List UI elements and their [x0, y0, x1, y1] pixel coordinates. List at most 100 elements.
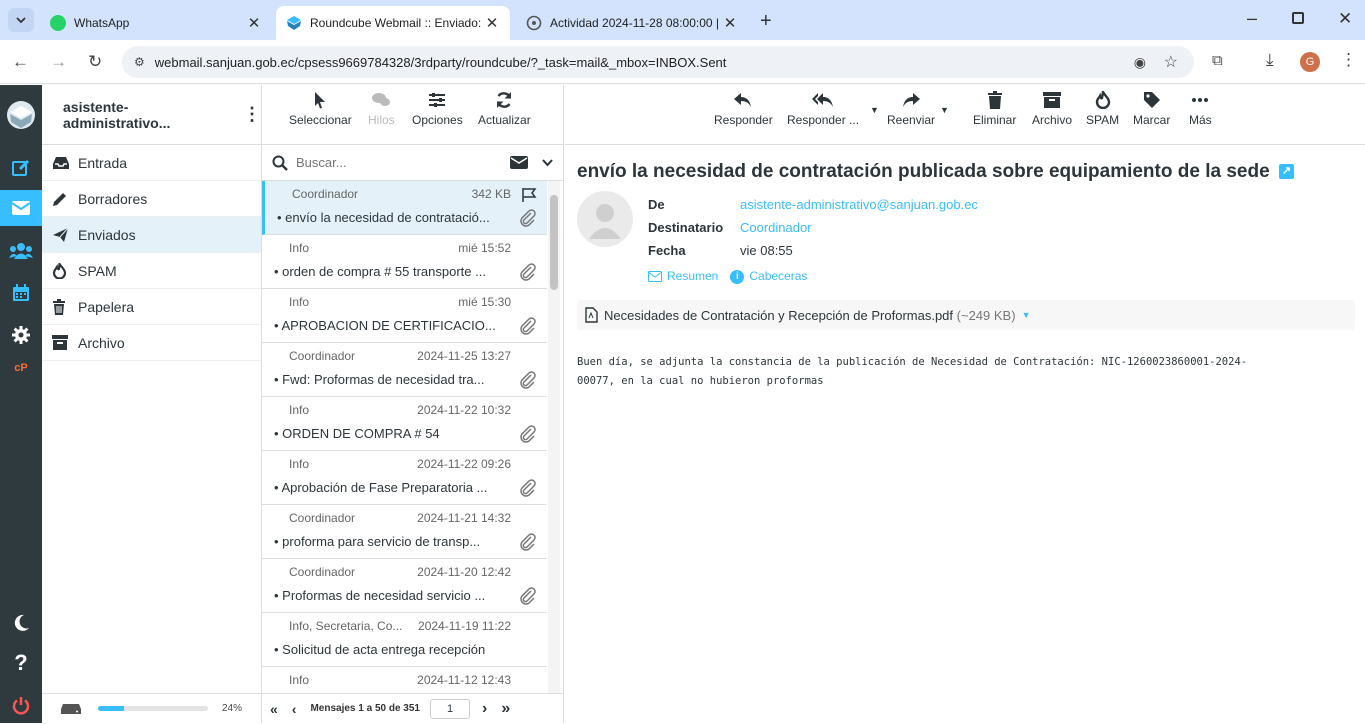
spam-button[interactable]: SPAM: [1086, 91, 1119, 127]
message-row[interactable]: Info 2024-11-12 12:43: [262, 667, 547, 693]
reply-all-button[interactable]: Responder ...: [787, 91, 859, 127]
mail-subject: envío la necesidad de contratación publi…: [577, 161, 1294, 183]
site-settings-icon[interactable]: ⚙: [134, 55, 145, 69]
folder-archivo[interactable]: Archivo: [42, 325, 261, 361]
tab-search-button[interactable]: [8, 8, 34, 32]
delete-label: Eliminar: [973, 113, 1017, 127]
message-from: Coordinador: [289, 565, 356, 579]
logo[interactable]: [0, 95, 42, 135]
folder-spam[interactable]: SPAM: [42, 253, 261, 289]
folder-papelera[interactable]: Papelera: [42, 289, 261, 325]
tab-roundcube[interactable]: Roundcube Webmail :: Enviado: ✕: [276, 6, 510, 40]
message-row[interactable]: Coordinador 342 KB • envío la necesidad …: [262, 181, 547, 235]
reply-button[interactable]: Responder: [714, 91, 773, 127]
message-row[interactable]: Info, Secretaria, Co... 2024-11-19 11:22…: [262, 613, 547, 667]
tab-actividad[interactable]: Actividad 2024-11-28 08:00:00 | ✕: [516, 6, 748, 40]
message-subject: • proforma para servicio de transp...: [274, 534, 481, 549]
tab-whatsapp[interactable]: WhatsApp ✕: [40, 6, 272, 40]
archive-button[interactable]: Archivo: [1032, 91, 1072, 127]
back-icon[interactable]: ←: [12, 52, 29, 72]
url-bar[interactable]: ⚙ webmail.sanjuan.gob.ec/cpsess966978432…: [122, 46, 1194, 78]
last-page-icon[interactable]: »: [501, 700, 510, 718]
chevron-down-icon[interactable]: [542, 159, 553, 167]
account-menu-icon[interactable]: ⋮: [243, 104, 261, 125]
paperclip-icon: [520, 209, 536, 227]
calendar-button[interactable]: [0, 275, 42, 311]
logout-button[interactable]: [0, 688, 42, 724]
folder-borradores[interactable]: Borradores: [42, 181, 261, 217]
eye-icon[interactable]: ◉: [1134, 54, 1146, 71]
extensions-icon[interactable]: ⧉: [1212, 52, 1223, 69]
message-row[interactable]: Coordinador 2024-11-20 12:42 • Proformas…: [262, 559, 547, 613]
close-window-button[interactable]: ✕: [1338, 9, 1352, 29]
flag-icon[interactable]: [521, 187, 537, 203]
envelope-icon[interactable]: [510, 156, 528, 169]
from-link[interactable]: asistente-administrativo@sanjuan.gob.ec: [740, 193, 978, 216]
kebab-menu-icon[interactable]: ⋮: [1340, 50, 1357, 70]
close-icon[interactable]: ✕: [484, 14, 500, 32]
mail-body: Buen día, se adjunta la constancia de la…: [577, 356, 1248, 387]
star-icon[interactable]: ☆: [1164, 52, 1178, 72]
message-view: Responder Responder ... ▼ Reenviar ▼ Eli…: [565, 85, 1365, 723]
scroll-thumb[interactable]: [550, 195, 558, 290]
attachment-link[interactable]: Necesidades de Contratación y Recepción …: [604, 308, 1016, 323]
message-row[interactable]: Info mié 15:52 • orden de compra # 55 tr…: [262, 235, 547, 289]
delete-button[interactable]: Eliminar: [973, 91, 1016, 127]
help-button[interactable]: ?: [0, 645, 42, 681]
ellipsis-icon: [1192, 98, 1209, 102]
forward-button[interactable]: Reenviar: [887, 91, 935, 127]
external-link-icon[interactable]: ↗: [1278, 164, 1294, 180]
avatar[interactable]: G: [1300, 52, 1320, 72]
chevron-down-icon[interactable]: ▼: [1022, 310, 1031, 320]
headers-link[interactable]: Cabeceras: [749, 265, 807, 288]
message-row[interactable]: Coordinador 2024-11-25 13:27 • Fwd: Prof…: [262, 343, 547, 397]
select-button[interactable]: Seleccionar: [289, 91, 352, 127]
page-input[interactable]: 1: [430, 698, 470, 719]
refresh-button[interactable]: Actualizar: [478, 91, 531, 127]
message-date: 2024-11-25 13:27: [417, 349, 511, 363]
browser-tab-bar: WhatsApp ✕ Roundcube Webmail :: Enviado:…: [0, 0, 1365, 40]
compose-button[interactable]: [0, 150, 42, 186]
roundcube-icon: [287, 16, 301, 30]
mail-button[interactable]: [0, 190, 42, 226]
message-row[interactable]: Info mié 15:30 • APROBACION DE CERTIFICA…: [262, 289, 547, 343]
more-button[interactable]: Más: [1189, 91, 1212, 127]
dark-mode-button[interactable]: [0, 605, 42, 641]
cpanel-button[interactable]: cP: [0, 350, 42, 386]
forward-dropdown-icon[interactable]: ▼: [940, 105, 949, 115]
minimize-button[interactable]: –: [1247, 8, 1257, 29]
to-link[interactable]: Coordinador: [740, 216, 812, 239]
folder-enviados[interactable]: Enviados: [42, 217, 261, 253]
forward-icon[interactable]: →: [50, 52, 67, 72]
restore-button[interactable]: [1292, 12, 1304, 24]
summary-link[interactable]: Resumen: [667, 265, 718, 288]
cursor-icon: [315, 92, 326, 109]
download-icon[interactable]: ⤓: [1266, 50, 1274, 70]
contacts-button[interactable]: [0, 233, 42, 269]
prev-page-icon[interactable]: ‹: [292, 701, 297, 717]
first-page-icon[interactable]: «: [270, 701, 278, 717]
reload-icon[interactable]: ↻: [88, 52, 102, 72]
settings-button[interactable]: [0, 317, 42, 353]
new-tab-button[interactable]: +: [760, 10, 772, 33]
reply-all-dropdown-icon[interactable]: ▼: [870, 105, 879, 115]
options-button[interactable]: Opciones: [412, 91, 463, 127]
mark-button[interactable]: Marcar: [1133, 91, 1170, 127]
threads-button[interactable]: Hilos: [368, 91, 395, 127]
search-icon[interactable]: [272, 155, 288, 171]
list-scrollbar[interactable]: [548, 181, 560, 693]
close-icon[interactable]: ✕: [246, 14, 262, 32]
close-icon[interactable]: ✕: [722, 14, 738, 32]
whatsapp-icon: [50, 15, 66, 31]
next-page-icon[interactable]: ›: [482, 700, 487, 718]
folder-entrada[interactable]: Entrada: [42, 145, 261, 181]
pagination: « ‹ Mensajes 1 a 50 de 351 1 › »: [262, 693, 564, 723]
to-row: Destinatario Coordinador: [648, 216, 978, 239]
search-input[interactable]: [296, 155, 486, 170]
message-row[interactable]: Info 2024-11-22 09:26 • Aprobación de Fa…: [262, 451, 547, 505]
hard-drive-icon: [61, 703, 81, 714]
message-row[interactable]: Coordinador 2024-11-21 14:32 • proforma …: [262, 505, 547, 559]
message-date: 2024-11-22 09:26: [417, 457, 511, 471]
message-row[interactable]: Info 2024-11-22 10:32 • ORDEN DE COMPRA …: [262, 397, 547, 451]
reply-label: Responder: [714, 113, 773, 127]
